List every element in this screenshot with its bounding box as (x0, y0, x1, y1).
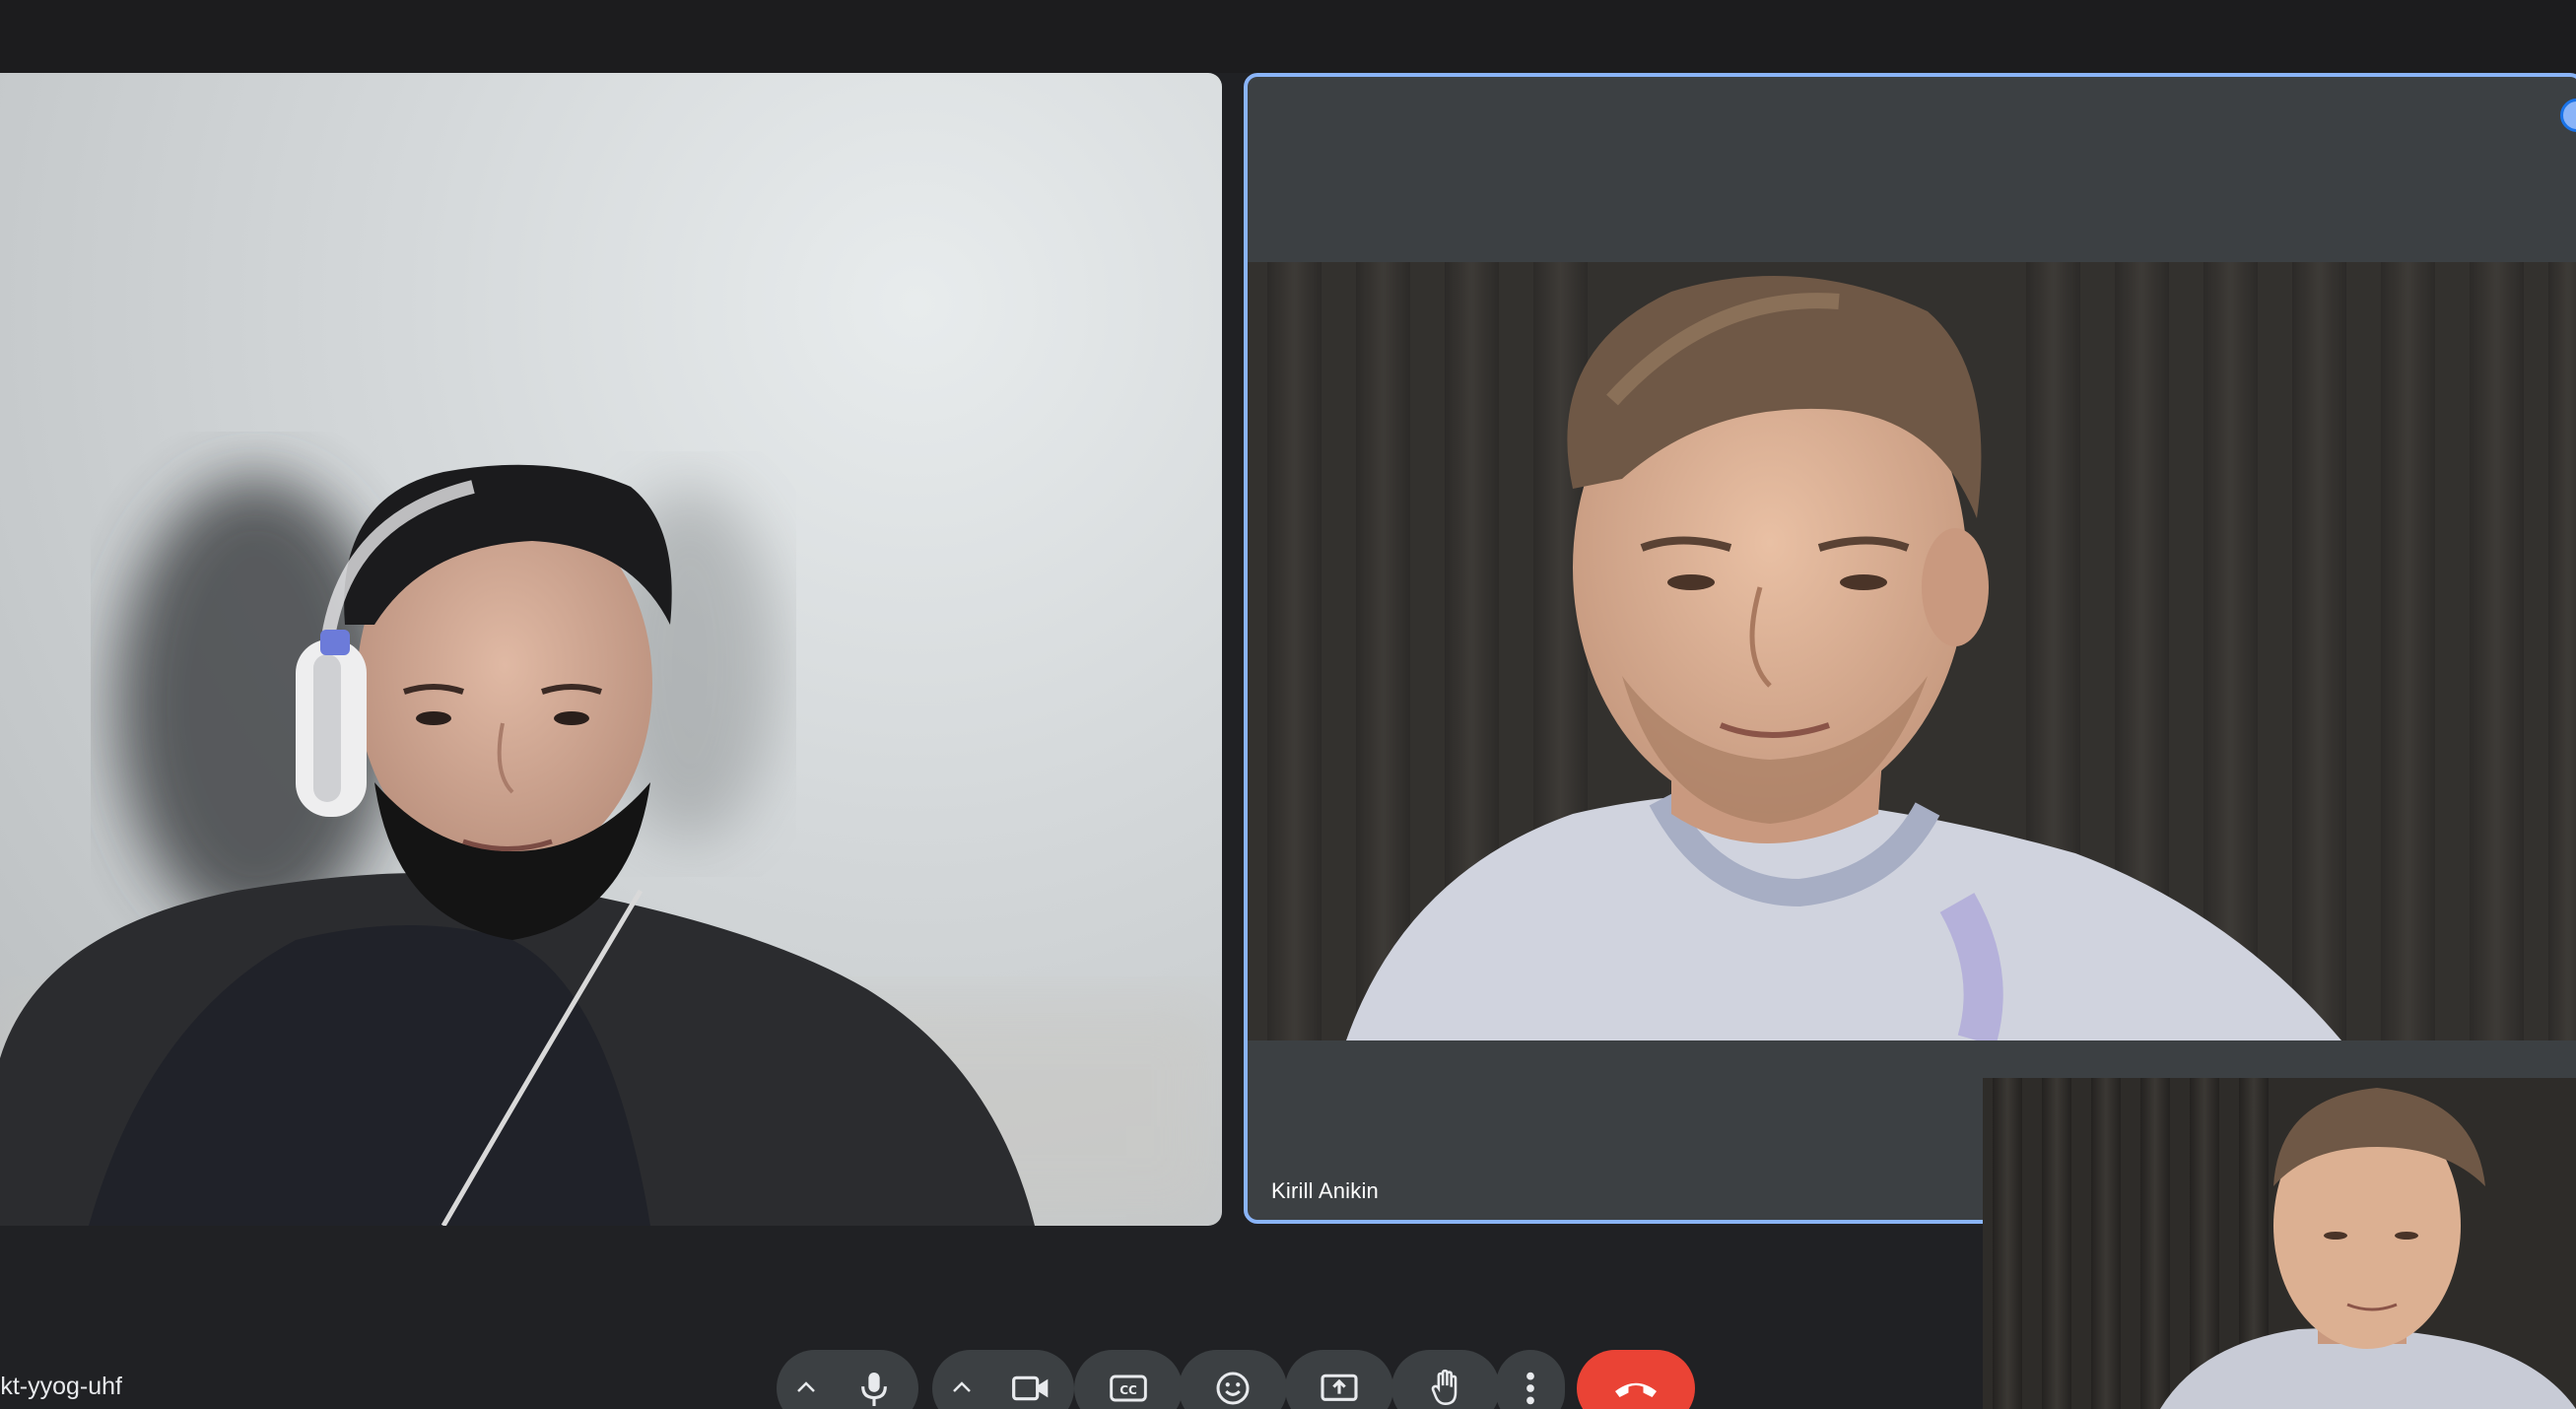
participant-video-right (1248, 262, 2576, 1040)
present-screen-icon (1321, 1374, 1358, 1401)
top-strip (0, 0, 2576, 73)
closed-captions-icon: CC (1110, 1375, 1147, 1402)
microphone-button[interactable] (836, 1350, 918, 1409)
camera-control-group (932, 1350, 1074, 1409)
camera-options-button[interactable] (932, 1350, 991, 1409)
video-camera-icon (1012, 1375, 1049, 1401)
mic-control-group (777, 1350, 918, 1409)
control-bar: CC (0, 1350, 2576, 1409)
more-options-button[interactable] (1496, 1350, 1565, 1409)
chevron-up-icon (953, 1381, 971, 1392)
captions-button[interactable]: CC (1074, 1350, 1183, 1409)
participant-video-left (0, 464, 1222, 1226)
hang-up-icon (1615, 1382, 1657, 1397)
leave-call-button[interactable] (1577, 1350, 1695, 1409)
chevron-up-icon (797, 1381, 815, 1392)
participant-name-label: Kirill Anikin (1271, 1178, 1379, 1203)
meet-call-window: Kirill Anikin rkt-yyog-uhf CC (0, 0, 2576, 1409)
raise-hand-button[interactable] (1391, 1350, 1500, 1409)
reactions-button[interactable] (1179, 1350, 1287, 1409)
present-button[interactable] (1285, 1350, 1393, 1409)
camera-button[interactable] (991, 1350, 1074, 1409)
svg-text:CC: CC (1119, 1383, 1137, 1397)
active-indicator-icon (2560, 99, 2576, 132)
emoji-icon (1216, 1372, 1250, 1405)
microphone-icon (861, 1373, 887, 1406)
mic-options-button[interactable] (777, 1350, 836, 1409)
participant-tile-left[interactable] (0, 73, 1222, 1226)
more-vertical-icon (1526, 1372, 1534, 1405)
hand-icon (1431, 1369, 1457, 1406)
participant-tile-right[interactable]: Kirill Anikin (1244, 73, 2576, 1224)
